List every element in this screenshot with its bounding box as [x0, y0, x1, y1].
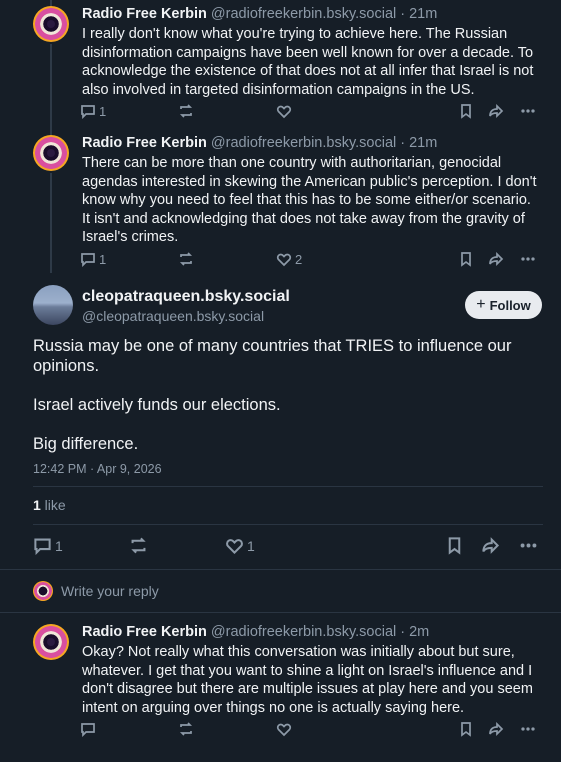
more-icon	[521, 109, 535, 113]
post-timestamp[interactable]: 12:42 PM · Apr 9, 2026	[33, 462, 162, 476]
repost-icon	[179, 104, 193, 118]
thread-connector	[50, 44, 52, 139]
focused-post-actions: 1 1	[33, 536, 543, 558]
like-icon	[276, 253, 292, 267]
reply-icon	[81, 253, 95, 267]
author-name[interactable]: Radio Free Kerbin	[82, 624, 207, 640]
author-name[interactable]: Radio Free Kerbin	[82, 6, 207, 22]
thread-connector	[50, 173, 52, 273]
follow-label: Follow	[489, 297, 531, 313]
repost-button[interactable]	[178, 721, 194, 737]
share-button[interactable]	[488, 721, 504, 737]
avatar[interactable]	[33, 624, 69, 660]
post-text: I really don't know what you're trying t…	[82, 26, 534, 98]
reply-icon	[81, 723, 95, 737]
reply-composer[interactable]: Write your reply	[33, 580, 159, 602]
reply-count: 1	[99, 251, 107, 267]
like-count: 1	[247, 537, 255, 554]
share-button[interactable]	[488, 103, 504, 119]
repost-icon	[131, 537, 146, 554]
like-icon	[226, 539, 243, 555]
avatar	[33, 581, 53, 601]
repost-icon	[179, 722, 193, 736]
reply-button[interactable]	[80, 721, 96, 737]
more-button[interactable]	[520, 721, 536, 737]
more-button[interactable]	[520, 103, 536, 119]
like-button[interactable]	[276, 721, 292, 737]
share-icon	[482, 537, 500, 554]
repost-button[interactable]	[178, 103, 194, 119]
repost-button[interactable]	[129, 536, 148, 555]
reply-icon	[81, 105, 95, 119]
bookmark-button[interactable]	[458, 251, 474, 267]
post-text: Okay? Not really what this conversation …	[82, 644, 533, 716]
reply-placeholder: Write your reply	[61, 583, 159, 599]
plus-icon: +	[476, 296, 486, 313]
divider	[33, 524, 543, 525]
like-total: 1	[33, 497, 41, 513]
post-paragraph: Israel actively funds our elections.	[33, 396, 281, 414]
share-icon	[489, 103, 504, 119]
post-header: Radio Free Kerbin @radiofreekerbin.bsky.…	[82, 6, 437, 22]
post-header: Radio Free Kerbin @radiofreekerbin.bsky.…	[82, 135, 437, 151]
like-word: like	[40, 497, 66, 513]
bookmark-icon	[461, 252, 471, 267]
author-handle[interactable]: @radiofreekerbin.bsky.social · 21m	[211, 135, 437, 151]
author-name[interactable]: Radio Free Kerbin	[82, 135, 207, 151]
share-button[interactable]	[481, 536, 500, 555]
author-handle[interactable]: @radiofreekerbin.bsky.social · 21m	[211, 6, 437, 22]
post-actions: 1 2	[80, 251, 550, 271]
share-icon	[489, 251, 504, 267]
post-actions: 1	[80, 103, 550, 123]
focused-post-text: Russia may be one of many countries that…	[33, 336, 533, 473]
post-paragraph: Russia may be one of many countries that…	[33, 337, 512, 375]
like-icon	[276, 723, 292, 737]
like-button[interactable]: 2	[276, 251, 302, 267]
more-button[interactable]	[519, 536, 538, 555]
author-display-name[interactable]: cleopatraqueen.bsky.social	[82, 288, 290, 306]
bookmark-button[interactable]	[445, 536, 464, 555]
author-handle[interactable]: @cleopatraqueen.bsky.social	[82, 308, 264, 324]
more-icon	[521, 257, 535, 261]
post-actions	[80, 721, 550, 741]
reply-icon	[34, 538, 51, 555]
avatar[interactable]	[33, 6, 69, 42]
post-text: There can be more than one country with …	[82, 155, 537, 246]
share-icon	[489, 721, 504, 737]
follow-button[interactable]: + Follow	[465, 291, 542, 319]
reply-button[interactable]: 1	[80, 103, 106, 119]
bookmark-icon	[461, 722, 471, 737]
more-icon	[520, 543, 537, 548]
post-paragraph: Big difference.	[33, 435, 139, 453]
avatar[interactable]	[33, 135, 69, 171]
reply-button[interactable]: 1	[80, 251, 106, 267]
like-button[interactable]: 1	[225, 536, 255, 555]
bookmark-button[interactable]	[458, 721, 474, 737]
section-divider	[0, 612, 561, 613]
bookmark-icon	[448, 537, 461, 555]
reply-count: 1	[55, 537, 63, 554]
author-handle[interactable]: @radiofreekerbin.bsky.social · 2m	[211, 624, 429, 640]
divider	[33, 486, 543, 487]
bookmark-button[interactable]	[458, 103, 474, 119]
reply-button[interactable]: 1	[33, 536, 63, 555]
reply-count: 1	[99, 103, 107, 119]
more-button[interactable]	[520, 251, 536, 267]
section-divider	[0, 569, 561, 570]
like-summary[interactable]: 1 like	[33, 497, 66, 513]
like-button[interactable]	[276, 103, 292, 119]
repost-icon	[179, 252, 193, 266]
like-icon	[276, 105, 292, 119]
bookmark-icon	[461, 104, 471, 119]
avatar[interactable]	[33, 285, 73, 325]
post-header: Radio Free Kerbin @radiofreekerbin.bsky.…	[82, 624, 429, 640]
like-count: 2	[295, 251, 303, 267]
repost-button[interactable]	[178, 251, 194, 267]
more-icon	[521, 727, 535, 731]
share-button[interactable]	[488, 251, 504, 267]
